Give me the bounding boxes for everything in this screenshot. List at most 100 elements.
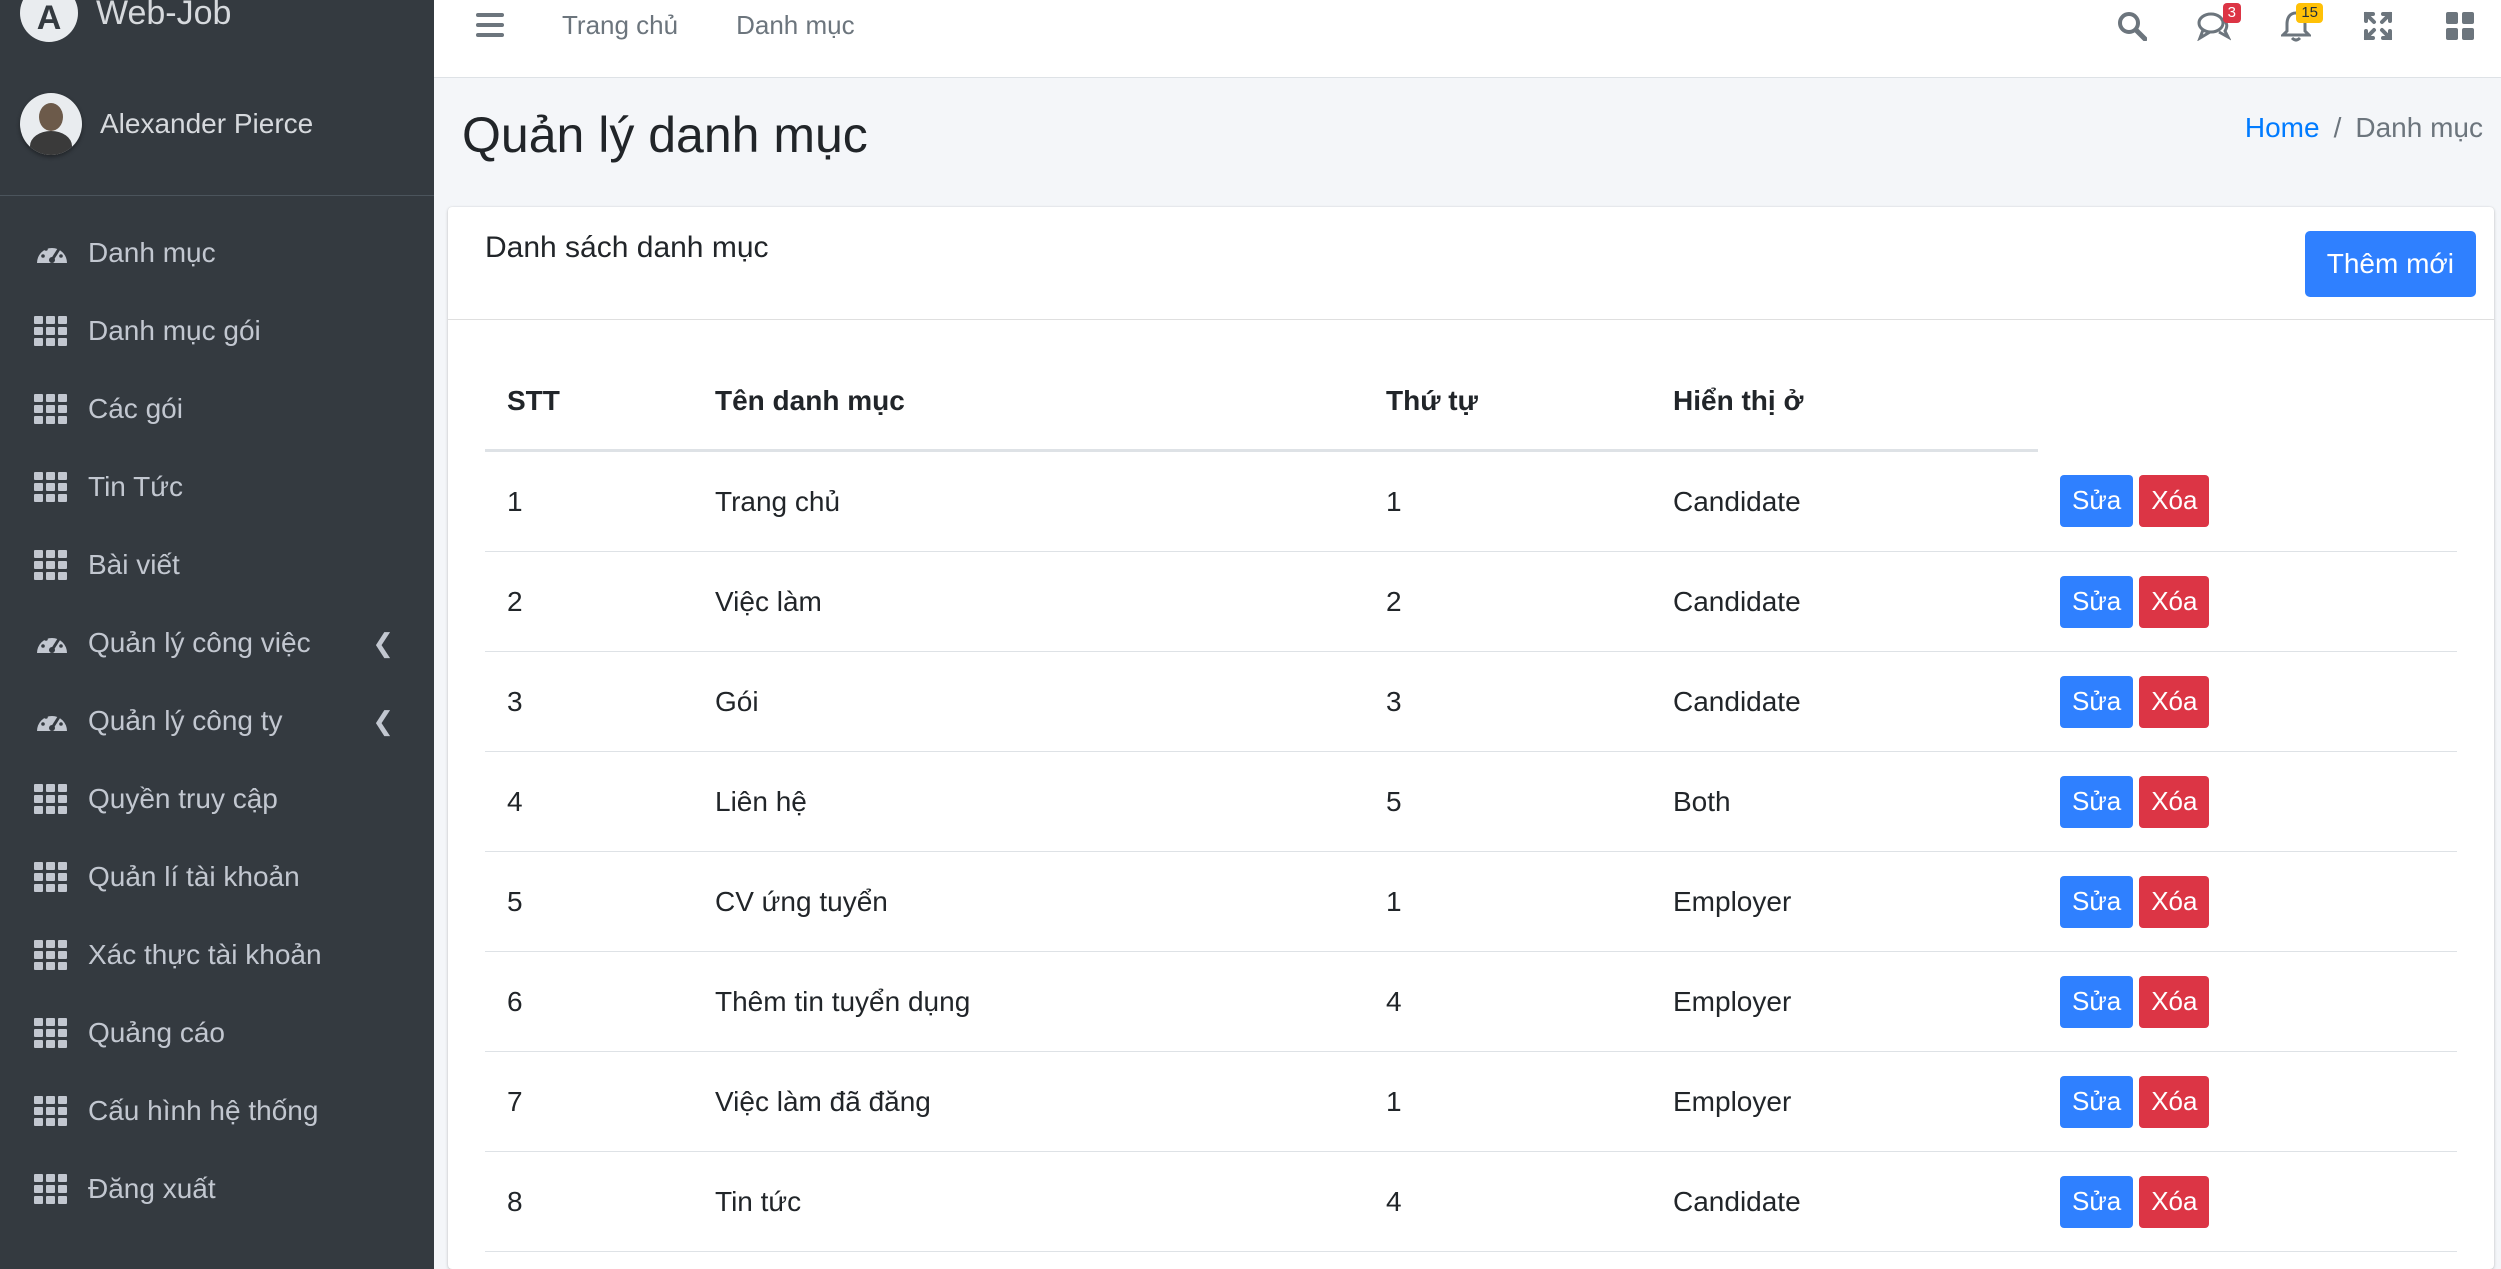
sidebar-item-label: Bài viết bbox=[88, 549, 180, 580]
cell-name: Tin tức bbox=[693, 1151, 1364, 1252]
gauge-icon bbox=[34, 706, 68, 736]
sidebar-item-label: Tin Tức bbox=[88, 471, 183, 502]
delete-button[interactable]: Xóa bbox=[2139, 474, 2210, 527]
avatar[interactable] bbox=[20, 92, 82, 155]
cell-order: 1 bbox=[1364, 450, 1651, 552]
cell-stt: 1 bbox=[485, 450, 693, 552]
cell-order: 5 bbox=[1364, 751, 1651, 852]
sidebar-item-3[interactable]: Tin Tức bbox=[0, 448, 434, 526]
sidebar-item-11[interactable]: Cấu hình hệ thống bbox=[0, 1072, 434, 1150]
bell-icon[interactable]: 15 bbox=[2279, 3, 2323, 43]
edit-button[interactable]: Sửa bbox=[2060, 975, 2134, 1028]
cell-name: CV ứng tuyển bbox=[693, 851, 1364, 952]
cell-name: Việc làm bbox=[693, 551, 1364, 652]
sidebar-item-5[interactable]: Quản lý công việc ❮ bbox=[0, 604, 434, 682]
delete-button[interactable]: Xóa bbox=[2139, 975, 2210, 1028]
cell-display: Candidate bbox=[1651, 450, 2038, 552]
card-header: Danh sách danh mục Thêm mới bbox=[448, 207, 2494, 320]
cell-actions: Sửa Xóa bbox=[2038, 1151, 2457, 1252]
sidebar-item-1[interactable]: Danh mục gói bbox=[0, 292, 434, 370]
edit-button[interactable]: Sửa bbox=[2060, 775, 2134, 828]
edit-button[interactable]: Sửa bbox=[2060, 1175, 2134, 1228]
cell-order: 3 bbox=[1364, 651, 1651, 752]
nav-link-category[interactable]: Danh mục bbox=[736, 10, 855, 41]
column-header-stt: STT bbox=[485, 353, 693, 452]
edit-button[interactable]: Sửa bbox=[2060, 875, 2134, 928]
grid-icon bbox=[34, 472, 68, 502]
table-row: 2 Việc làm 2 Candidate Sửa Xóa bbox=[485, 551, 2457, 652]
delete-button[interactable]: Xóa bbox=[2139, 1175, 2210, 1228]
edit-button[interactable]: Sửa bbox=[2060, 575, 2134, 628]
control-sidebar-icon[interactable] bbox=[2443, 9, 2477, 43]
table-row: 7 Việc làm đã đăng 1 Employer Sửa Xóa bbox=[485, 1051, 2457, 1152]
table-row: 1 Trang chủ 1 Candidate Sửa Xóa bbox=[485, 450, 2457, 552]
cell-actions: Sửa Xóa bbox=[2038, 851, 2457, 952]
column-header-actions bbox=[2038, 353, 2457, 451]
cell-stt: 5 bbox=[485, 851, 693, 952]
fullscreen-icon[interactable] bbox=[2361, 9, 2395, 43]
messages-badge: 3 bbox=[2222, 3, 2241, 23]
grid-icon bbox=[34, 862, 68, 892]
cell-name: Trang chủ bbox=[693, 450, 1364, 552]
cell-actions: Sửa Xóa bbox=[2038, 651, 2457, 752]
sidebar-item-label: Quản lí tài khoản bbox=[88, 861, 300, 892]
grid-icon bbox=[34, 316, 68, 346]
add-new-button[interactable]: Thêm mới bbox=[2304, 231, 2476, 297]
sidebar: A Web-Job Alexander Pierce Danh mục Danh … bbox=[0, 0, 434, 1269]
delete-button[interactable]: Xóa bbox=[2139, 575, 2210, 628]
user-name[interactable]: Alexander Pierce bbox=[100, 108, 313, 140]
sidebar-item-6[interactable]: Quản lý công ty ❮ bbox=[0, 682, 434, 760]
cell-display: Candidate bbox=[1651, 1151, 2038, 1252]
nav-link-home[interactable]: Trang chủ bbox=[562, 10, 678, 41]
delete-button[interactable]: Xóa bbox=[2139, 675, 2210, 728]
sidebar-item-label: Cấu hình hệ thống bbox=[88, 1095, 319, 1126]
breadcrumb-home-link[interactable]: Home bbox=[2245, 112, 2320, 144]
cell-actions: Sửa Xóa bbox=[2038, 951, 2457, 1052]
column-header-name: Tên danh mục bbox=[693, 353, 1364, 452]
brand-name: Web-Job bbox=[96, 0, 232, 32]
edit-button[interactable]: Sửa bbox=[2060, 1075, 2134, 1128]
sidebar-item-2[interactable]: Các gói bbox=[0, 370, 434, 448]
edit-button[interactable]: Sửa bbox=[2060, 675, 2134, 728]
cell-order: 1 bbox=[1364, 851, 1651, 952]
delete-button[interactable]: Xóa bbox=[2139, 1075, 2210, 1128]
sidebar-item-10[interactable]: Quảng cáo bbox=[0, 994, 434, 1072]
table-body: 1 Trang chủ 1 Candidate Sửa Xóa 2 Việc làm 2 Cand… bbox=[485, 450, 2457, 1252]
sidebar-item-8[interactable]: Quản lí tài khoản bbox=[0, 838, 434, 916]
sidebar-item-label: Danh mục gói bbox=[88, 315, 261, 346]
delete-button[interactable]: Xóa bbox=[2139, 775, 2210, 828]
menu-toggle-icon[interactable] bbox=[476, 12, 504, 37]
cell-stt: 8 bbox=[485, 1151, 693, 1252]
table-row: 3 Gói 3 Candidate Sửa Xóa bbox=[485, 651, 2457, 752]
sidebar-item-label: Quảng cáo bbox=[88, 1017, 225, 1048]
cell-actions: Sửa Xóa bbox=[2038, 551, 2457, 652]
delete-button[interactable]: Xóa bbox=[2139, 875, 2210, 928]
sidebar-item-9[interactable]: Xác thực tài khoản bbox=[0, 916, 434, 994]
cell-stt: 2 bbox=[485, 551, 693, 652]
sidebar-item-label: Các gói bbox=[88, 393, 183, 424]
gauge-icon bbox=[34, 238, 68, 268]
grid-icon bbox=[34, 1096, 68, 1126]
sidebar-item-0[interactable]: Danh mục bbox=[0, 214, 434, 292]
sidebar-item-12[interactable]: Đăng xuất bbox=[0, 1150, 434, 1228]
sidebar-nav: Danh mục Danh mục gói Các gói Tin Tức Bài vi… bbox=[0, 214, 434, 1228]
search-icon[interactable] bbox=[2115, 9, 2149, 43]
table-row: 8 Tin tức 4 Candidate Sửa Xóa bbox=[485, 1151, 2457, 1252]
column-header-order: Thứ tự bbox=[1364, 353, 1651, 452]
sidebar-item-label: Xác thực tài khoản bbox=[88, 939, 322, 970]
grid-icon bbox=[34, 1018, 68, 1048]
cell-name: Việc làm đã đăng bbox=[693, 1051, 1364, 1152]
sidebar-item-7[interactable]: Quyền truy cập bbox=[0, 760, 434, 838]
sidebar-item-4[interactable]: Bài viết bbox=[0, 526, 434, 604]
messages-icon[interactable]: 3 bbox=[2197, 3, 2241, 43]
grid-icon bbox=[34, 550, 68, 580]
edit-button[interactable]: Sửa bbox=[2060, 474, 2134, 527]
notifications-badge: 15 bbox=[2296, 3, 2323, 23]
brand-link[interactable]: A Web-Job bbox=[0, 0, 434, 52]
table-header-row: STT Tên danh mục Thứ tự Hiển thị ở bbox=[485, 353, 2457, 452]
cell-name: Gói bbox=[693, 651, 1364, 752]
breadcrumb-current: Danh mục bbox=[2355, 112, 2483, 143]
cell-order: 4 bbox=[1364, 951, 1651, 1052]
category-card: Danh sách danh mục Thêm mới STT Tên danh… bbox=[448, 207, 2494, 1269]
brand-logo-icon: A bbox=[20, 0, 78, 42]
